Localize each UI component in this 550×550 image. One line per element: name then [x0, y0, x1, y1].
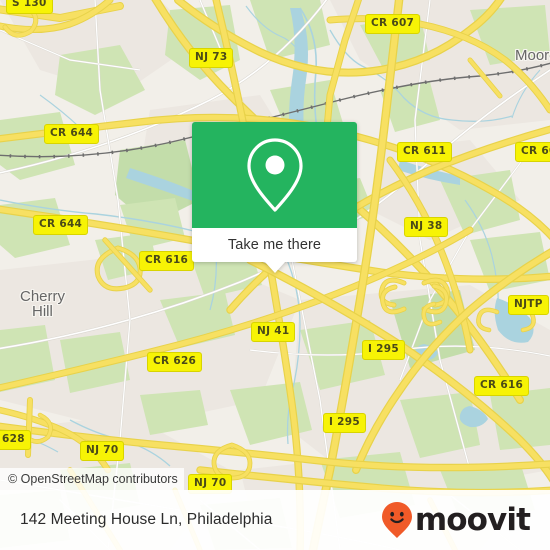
moovit-smiley-pin-icon: [381, 502, 412, 538]
road-shield: I 295: [362, 340, 405, 360]
callout-pointer-tail: [263, 261, 286, 273]
address-label: 142 Meeting House Ln, Philadelphia: [20, 511, 273, 528]
map-screenshot: .land { fill:#f2efe9; } .urban { fill:#e…: [0, 0, 550, 550]
destination-callout[interactable]: Take me there: [192, 122, 357, 273]
moovit-brand: moovit: [381, 501, 538, 539]
take-me-there-label: Take me there: [227, 237, 322, 253]
road-shield: CR 611: [397, 142, 453, 162]
bottom-info-bar: 142 Meeting House Ln, Philadelphia moovi…: [0, 490, 550, 550]
road-shield: NJ 38: [404, 217, 449, 237]
road-shield: NJTP: [508, 295, 549, 315]
place-label-cherry-hill-line2: Hill: [32, 303, 53, 320]
road-shield: CR 616: [474, 376, 530, 396]
map-canvas[interactable]: .land { fill:#f2efe9; } .urban { fill:#e…: [0, 0, 550, 550]
callout-footer[interactable]: Take me there: [192, 228, 357, 273]
osm-attribution-text: © OpenStreetMap contributors: [8, 472, 178, 486]
moovit-wordmark: moovit: [414, 501, 531, 538]
road-shield: CR 607: [515, 142, 550, 162]
road-shield: I 295: [323, 413, 366, 433]
road-shield: S 130: [6, 0, 53, 14]
callout-header: [192, 122, 357, 228]
road-shield: NJ 41: [251, 322, 296, 342]
road-shield: NJ 73: [189, 48, 234, 68]
road-shield: 628: [0, 430, 31, 450]
road-shield: CR 626: [147, 352, 203, 372]
road-shield: CR 607: [365, 14, 421, 34]
map-pin-icon: [246, 138, 303, 212]
road-shield: CR 616: [139, 251, 195, 271]
road-shield: CR 644: [33, 215, 89, 235]
osm-attribution: © OpenStreetMap contributors: [0, 468, 184, 490]
road-shield: NJ 70: [80, 441, 125, 461]
place-label-moorestown: Moore: [515, 47, 550, 64]
road-shield: CR 644: [44, 124, 100, 144]
